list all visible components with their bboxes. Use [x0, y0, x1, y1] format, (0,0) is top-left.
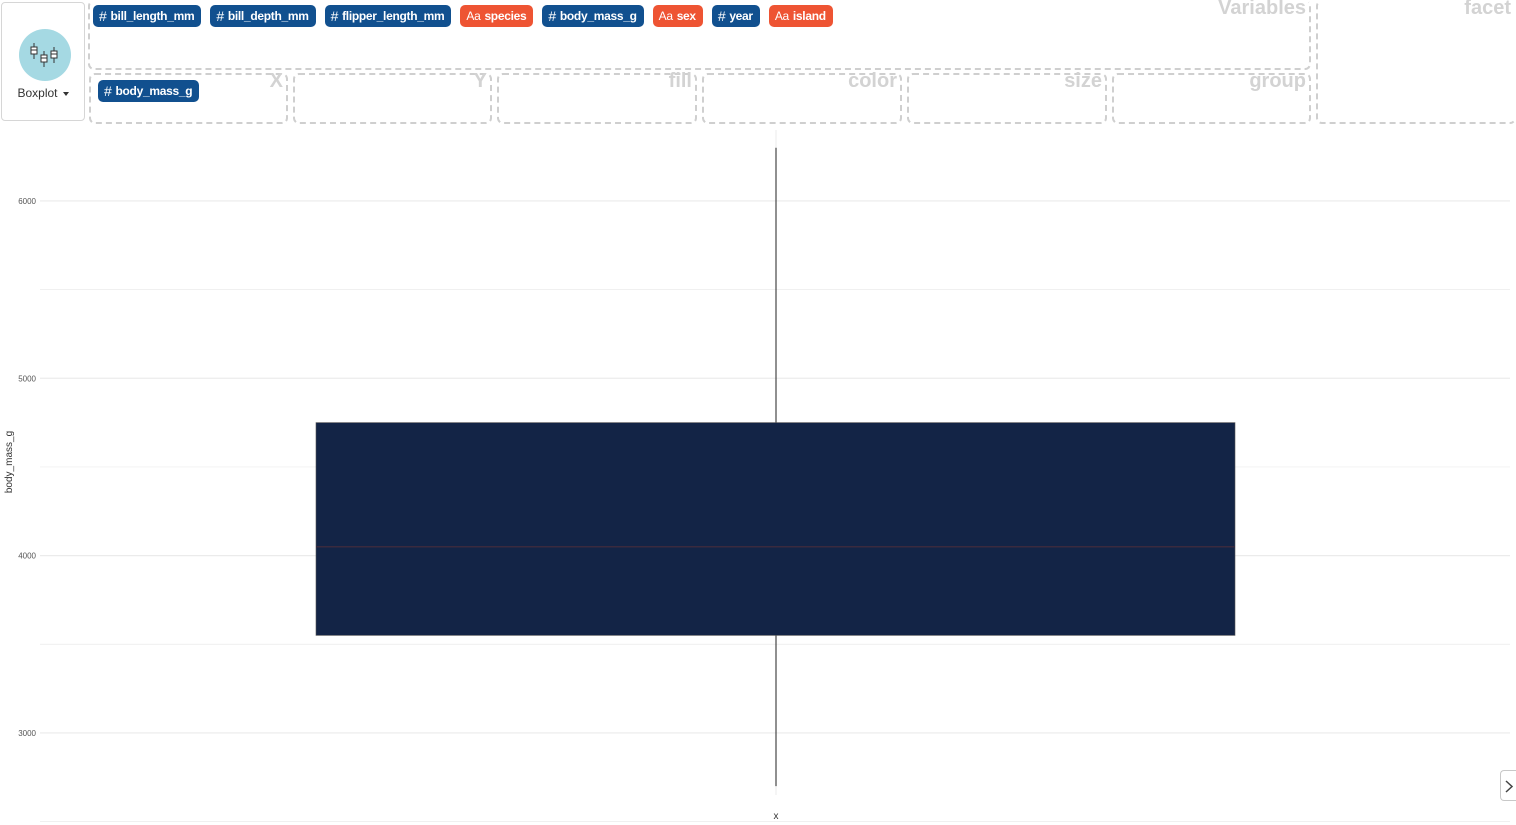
chip-label: flipper_length_mm: [342, 9, 445, 23]
y-axis-ticks: 3000 4000 5000 6000: [18, 197, 36, 738]
variable-chip-species[interactable]: Aa species: [460, 5, 534, 27]
chip-label: year: [729, 9, 753, 23]
variables-zone-label: Variables: [1218, 0, 1306, 19]
y-zone-label: Y: [473, 70, 487, 92]
geom-dropdown[interactable]: Boxplot: [2, 86, 84, 100]
boxplot-icon: [19, 29, 71, 81]
numeric-icon: #: [99, 8, 107, 24]
chevron-right-icon: [1505, 780, 1514, 793]
box-iqr: [315, 422, 1236, 636]
numeric-icon: #: [548, 8, 556, 24]
chip-label: species: [484, 9, 527, 23]
y-tick-label: 5000: [18, 374, 36, 383]
variable-chip-body-mass[interactable]: # body_mass_g: [542, 5, 644, 27]
text-icon: Aa: [466, 9, 481, 23]
chip-label: island: [792, 9, 826, 23]
chip-label: bill_depth_mm: [227, 9, 309, 23]
numeric-icon: #: [216, 8, 224, 24]
fill-zone-label: fill: [668, 70, 692, 92]
variable-chip-year[interactable]: # year: [711, 5, 760, 27]
variable-chip-bill-depth[interactable]: # bill_depth_mm: [210, 5, 316, 27]
variable-chip-bill-length[interactable]: # bill_length_mm: [93, 5, 202, 27]
y-dropzone[interactable]: Y: [293, 70, 492, 124]
color-zone-label: color: [848, 70, 897, 92]
chip-label: sex: [676, 9, 696, 23]
fill-dropzone[interactable]: fill: [497, 70, 697, 124]
variable-chip-list: # bill_length_mm # bill_depth_mm # flipper_…: [93, 5, 833, 27]
side-panel-toggle[interactable]: [1500, 770, 1516, 801]
variable-chip-island[interactable]: Aa island: [768, 5, 833, 27]
variable-chip-sex[interactable]: Aa sex: [652, 5, 703, 27]
size-dropzone[interactable]: size: [907, 70, 1107, 124]
numeric-icon: #: [717, 8, 726, 24]
x-mapped-chip-body-mass[interactable]: # body_mass_g: [98, 80, 200, 102]
facet-dropzone[interactable]: facet: [1316, 0, 1516, 124]
numeric-icon: #: [330, 8, 339, 24]
geom-label: Boxplot: [17, 86, 58, 100]
caret-down-icon: [62, 91, 69, 96]
y-tick-label: 6000: [18, 197, 36, 206]
text-icon: Aa: [774, 9, 789, 23]
chip-label: body_mass_g: [559, 9, 637, 23]
y-tick-label: 4000: [18, 552, 36, 561]
text-icon: Aa: [658, 9, 673, 23]
boxplot-chart: 3000 4000 5000 6000 body_mass_g x: [4, 130, 1510, 822]
group-dropzone[interactable]: group: [1112, 70, 1311, 124]
chip-label: body_mass_g: [115, 84, 193, 98]
y-axis-label: body_mass_g: [4, 431, 15, 493]
chip-label: bill_length_mm: [110, 9, 195, 23]
size-zone-label: size: [1064, 70, 1102, 92]
x-axis-label: x: [774, 811, 779, 822]
color-dropzone[interactable]: color: [702, 70, 902, 124]
y-tick-label: 3000: [18, 729, 36, 738]
x-zone-label: X: [269, 70, 283, 92]
group-zone-label: group: [1249, 70, 1306, 92]
facet-zone-label: facet: [1464, 0, 1511, 19]
variable-chip-flipper-length[interactable]: # flipper_length_mm: [324, 5, 452, 27]
numeric-icon: #: [104, 83, 112, 99]
geom-selector[interactable]: Boxplot: [1, 2, 85, 121]
